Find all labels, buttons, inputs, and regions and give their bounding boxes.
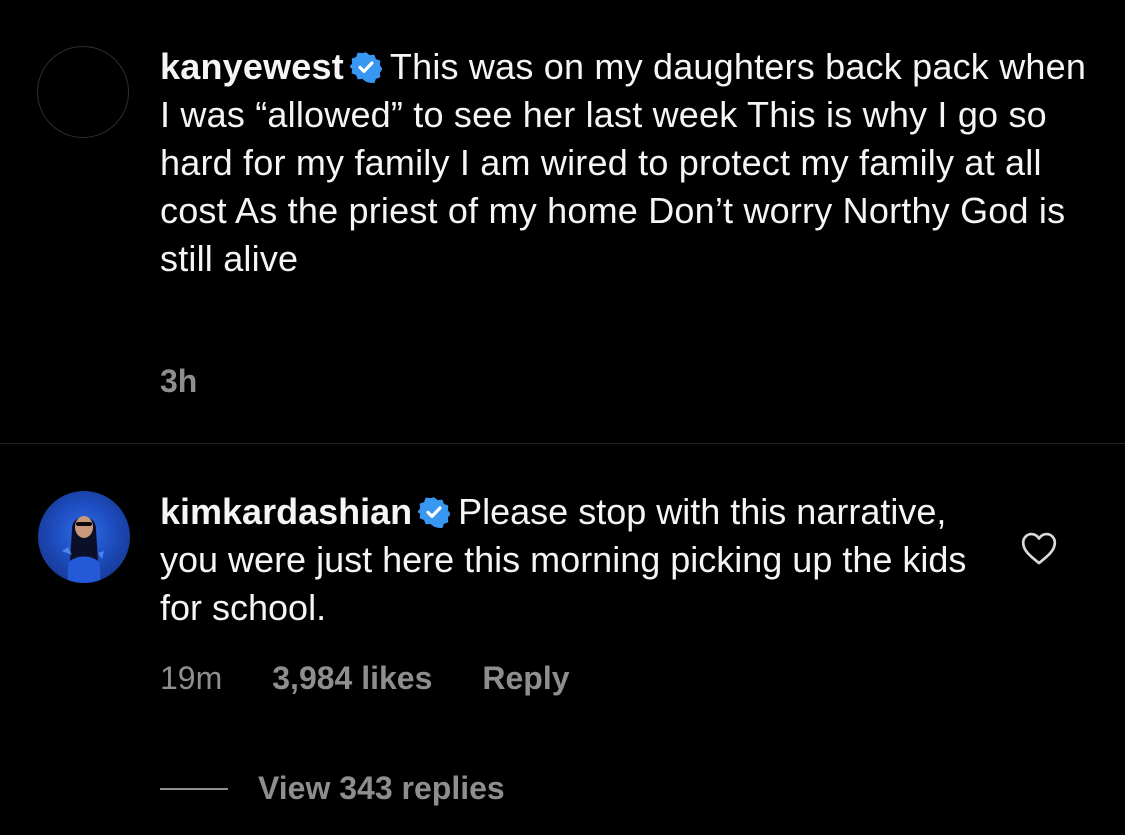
- caption-text-block: kanyewest This was on my daughters back p…: [160, 43, 1090, 283]
- verified-badge-icon: [418, 497, 451, 528]
- kimkardashian-avatar[interactable]: [38, 491, 130, 583]
- view-replies-button[interactable]: View 343 replies: [160, 770, 505, 807]
- caption-post: kanyewest This was on my daughters back p…: [0, 0, 1125, 444]
- username-kimkardashian[interactable]: kimkardashian: [160, 491, 412, 532]
- view-replies-label[interactable]: View 343 replies: [258, 770, 505, 807]
- verified-badge-icon: [349, 52, 382, 83]
- heart-icon[interactable]: [1020, 530, 1058, 566]
- reply-button[interactable]: Reply: [482, 660, 569, 697]
- likes-count[interactable]: 3,984 likes: [272, 660, 432, 697]
- avatar-photo-icon: [62, 516, 104, 583]
- comment-meta: 19m 3,984 likes Reply: [160, 660, 570, 697]
- username-kanyewest[interactable]: kanyewest: [160, 46, 344, 87]
- comment-timestamp: 19m: [160, 660, 223, 696]
- caption-timestamp: 3h: [160, 363, 198, 399]
- view-replies-line: [160, 787, 228, 790]
- kanyewest-avatar[interactable]: [37, 46, 129, 138]
- comment-text-block: kimkardashian Please stop with this narra…: [160, 488, 980, 632]
